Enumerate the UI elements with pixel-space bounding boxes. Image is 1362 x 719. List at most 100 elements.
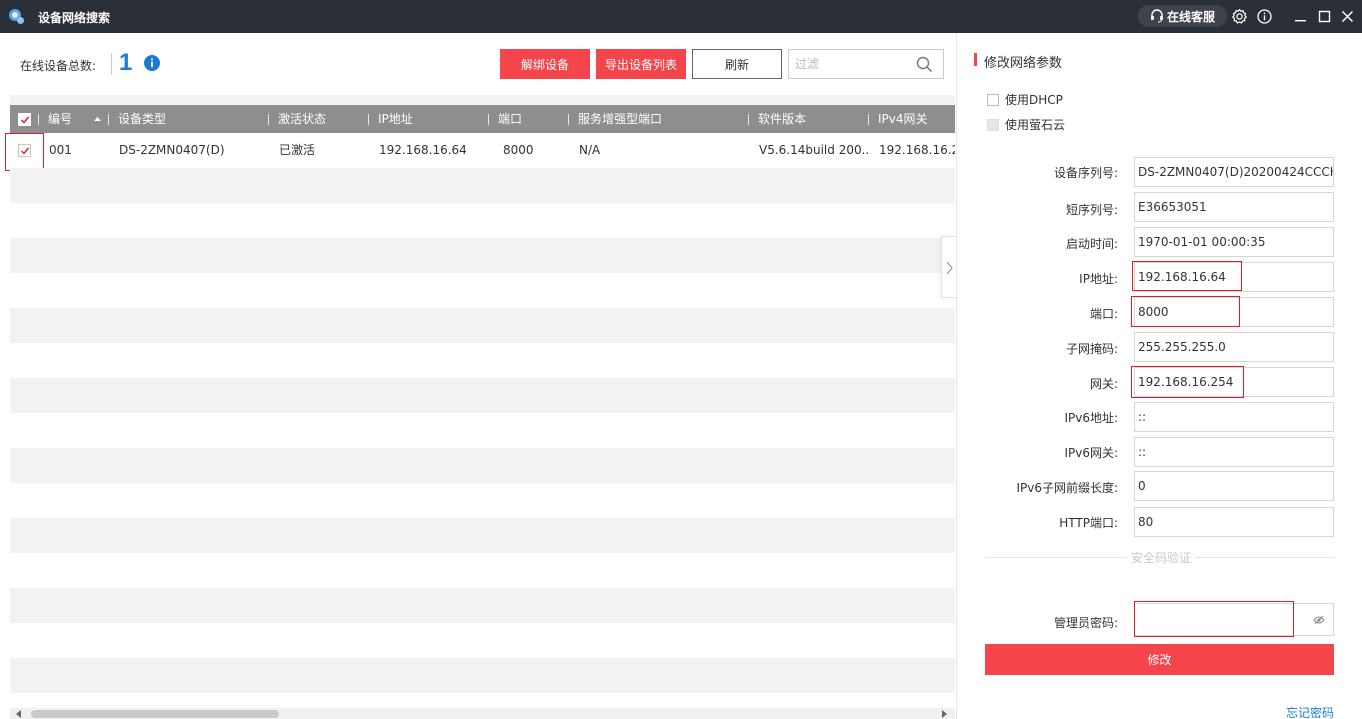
table-body: 001 DS-2ZMN0407(D) 已激活 192.168.16.64 800… bbox=[5, 133, 955, 708]
select-all-checkbox[interactable] bbox=[18, 113, 31, 126]
use-dhcp-checkbox[interactable]: 使用DHCP bbox=[987, 91, 1063, 108]
column-header-activation-status[interactable]: 激活状态 bbox=[278, 105, 326, 133]
divider bbox=[111, 53, 112, 75]
modify-network-panel: 修改网络参数 使用DHCP 使用萤石云 设备序列号: DS-2ZMN0407(D… bbox=[956, 33, 1362, 719]
subnet-mask-field[interactable]: 255.255.255.0 bbox=[1134, 332, 1334, 362]
column-separator bbox=[368, 114, 369, 125]
modify-button[interactable]: 修改 bbox=[985, 644, 1334, 675]
filter-box bbox=[788, 49, 944, 79]
port-label: 端口: bbox=[1089, 307, 1118, 321]
headset-icon bbox=[1150, 9, 1163, 23]
scroll-left-arrow-icon[interactable] bbox=[16, 710, 21, 718]
checkbox-icon bbox=[987, 118, 999, 131]
subnet-mask-label: 子网掩码: bbox=[1065, 342, 1118, 356]
cell-ipv4-gateway: 192.168.16.254 bbox=[879, 143, 955, 157]
app-icon bbox=[9, 9, 24, 24]
column-header-port[interactable]: 端口 bbox=[498, 105, 522, 133]
checkmark-icon bbox=[20, 116, 30, 124]
boot-time-field[interactable]: 1970-01-01 00:00:35 bbox=[1134, 227, 1334, 257]
column-separator bbox=[568, 114, 569, 125]
empty-row bbox=[10, 168, 955, 203]
ipv6-address-field[interactable]: :: bbox=[1134, 402, 1334, 432]
port-field[interactable]: 8000 bbox=[1134, 297, 1334, 327]
window-title: 设备网络搜索 bbox=[38, 11, 111, 25]
http-port-label: HTTP端口: bbox=[1059, 516, 1118, 530]
export-device-list-button[interactable]: 导出设备列表 bbox=[596, 49, 686, 79]
column-separator bbox=[748, 114, 749, 125]
column-header-ipv4-gateway[interactable]: IPv4网关 bbox=[878, 105, 928, 133]
cell-enhanced-port: N/A bbox=[579, 143, 601, 157]
column-separator bbox=[108, 114, 109, 125]
filter-input[interactable] bbox=[789, 50, 909, 78]
column-header-enhanced-port[interactable]: 服务增强型端口 bbox=[578, 105, 662, 133]
admin-password-label: 管理员密码: bbox=[1053, 616, 1118, 630]
gateway-field[interactable]: 192.168.16.254 bbox=[1134, 367, 1334, 397]
serial-number-field[interactable]: DS-2ZMN0407(D)20200424CCCHE bbox=[1134, 157, 1334, 187]
collapse-panel-button[interactable] bbox=[941, 236, 956, 298]
ipv6-prefix-length-field[interactable]: 0 bbox=[1134, 471, 1334, 501]
cell-port: 8000 bbox=[503, 143, 534, 157]
title-bar: 设备网络搜索 在线客服 bbox=[0, 0, 1362, 33]
online-support-label: 在线客服 bbox=[1166, 9, 1215, 24]
column-header-ip[interactable]: IP地址 bbox=[378, 105, 413, 133]
security-code-section-label: 安全码验证 bbox=[1127, 549, 1196, 566]
column-separator bbox=[38, 114, 39, 125]
use-ezviz-checkbox[interactable]: 使用萤石云 bbox=[987, 116, 1065, 133]
column-header-id[interactable]: 编号 bbox=[48, 105, 72, 133]
column-header-device-type[interactable]: 设备类型 bbox=[118, 105, 166, 133]
empty-row bbox=[10, 588, 955, 623]
cell-device-type: DS-2ZMN0407(D) bbox=[119, 143, 225, 157]
close-icon[interactable] bbox=[1339, 8, 1356, 25]
admin-password-field[interactable] bbox=[1134, 603, 1334, 636]
table-row[interactable]: 001 DS-2ZMN0407(D) 已激活 192.168.16.64 800… bbox=[10, 133, 955, 168]
cell-activation-status: 已激活 bbox=[279, 143, 316, 157]
cell-ip: 192.168.16.64 bbox=[379, 143, 467, 157]
empty-row bbox=[10, 448, 955, 483]
empty-row bbox=[10, 378, 955, 413]
online-count-value: 1 bbox=[119, 49, 133, 76]
short-serial-field[interactable]: E36653051 bbox=[1134, 192, 1334, 222]
device-list-area: 在线设备总数: 1 解绑设备 导出设备列表 刷新 编号 设备类型 激活状态 IP… bbox=[0, 33, 956, 719]
row-checkbox-highlight bbox=[5, 133, 44, 171]
online-support-button[interactable]: 在线客服 bbox=[1138, 5, 1227, 27]
panel-title: 修改网络参数 bbox=[984, 56, 1063, 71]
scroll-right-arrow-icon[interactable] bbox=[942, 710, 947, 718]
sort-ascending-icon[interactable] bbox=[94, 117, 101, 121]
empty-row bbox=[10, 308, 955, 343]
ipv6-gateway-field[interactable]: :: bbox=[1134, 437, 1334, 467]
maximize-icon[interactable] bbox=[1316, 8, 1333, 25]
empty-row bbox=[10, 658, 955, 693]
info-icon[interactable] bbox=[1256, 8, 1273, 25]
boot-time-label: 启动时间: bbox=[1065, 237, 1118, 251]
empty-row bbox=[10, 518, 955, 553]
eye-icon[interactable] bbox=[1313, 615, 1325, 625]
minimize-icon[interactable] bbox=[1292, 8, 1309, 25]
unbind-device-button[interactable]: 解绑设备 bbox=[500, 49, 590, 79]
column-header-software-version[interactable]: 软件版本 bbox=[758, 105, 806, 133]
column-separator bbox=[868, 114, 869, 125]
forgot-password-link[interactable]: 忘记密码 bbox=[1286, 704, 1334, 719]
scrollbar-thumb[interactable] bbox=[31, 710, 279, 718]
refresh-button[interactable]: 刷新 bbox=[692, 49, 782, 79]
ipv6-prefix-length-label: IPv6子网前缀长度: bbox=[1016, 481, 1118, 495]
use-ezviz-label: 使用萤石云 bbox=[1005, 118, 1066, 132]
horizontal-scrollbar[interactable] bbox=[10, 708, 955, 719]
table-top-strip bbox=[10, 95, 955, 105]
ipv6-gateway-label: IPv6网关: bbox=[1064, 446, 1118, 460]
table-header: 编号 设备类型 激活状态 IP地址 端口 服务增强型端口 软件版本 IPv4网关 bbox=[10, 105, 955, 133]
ip-address-label: IP地址: bbox=[1079, 272, 1118, 286]
ip-address-field[interactable]: 192.168.16.64 bbox=[1134, 262, 1334, 292]
serial-number-label: 设备序列号: bbox=[1053, 166, 1118, 180]
gear-icon[interactable] bbox=[1231, 8, 1248, 25]
search-icon[interactable] bbox=[916, 56, 933, 73]
empty-row bbox=[10, 238, 955, 273]
gateway-label: 网关: bbox=[1089, 377, 1118, 391]
cell-id: 001 bbox=[49, 143, 72, 157]
http-port-field[interactable]: 80 bbox=[1134, 507, 1334, 537]
ipv6-address-label: IPv6地址: bbox=[1064, 411, 1118, 425]
title-accent-bar bbox=[974, 53, 977, 66]
online-count-label: 在线设备总数: bbox=[20, 59, 97, 73]
short-serial-label: 短序列号: bbox=[1065, 203, 1118, 217]
column-separator bbox=[268, 114, 269, 125]
info-icon[interactable] bbox=[144, 55, 160, 71]
